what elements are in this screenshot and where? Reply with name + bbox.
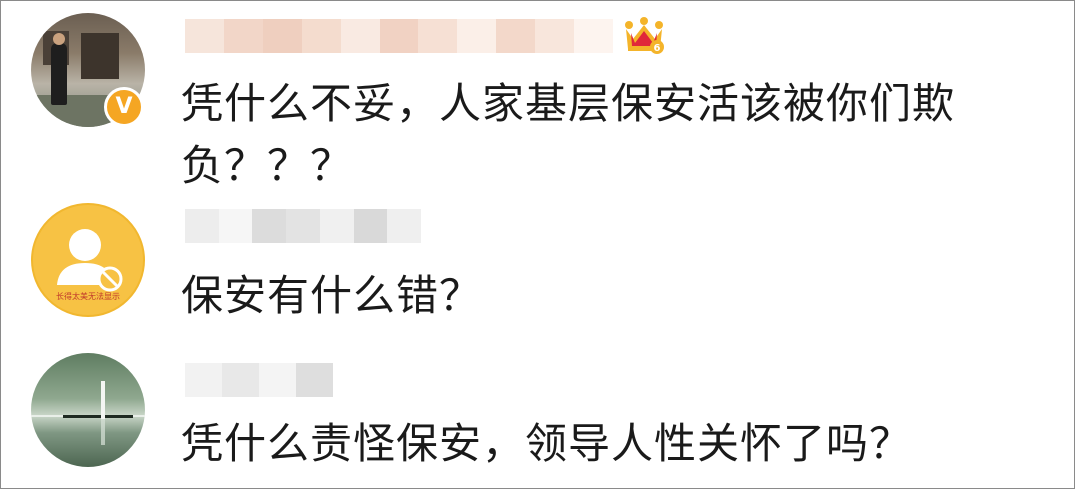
user-avatar[interactable] xyxy=(31,353,145,467)
avatar-photo-figure xyxy=(101,381,105,419)
comment-text: 凭什么不妥，人家基层保安活该被你们欺 负？？？ xyxy=(181,73,955,197)
comment-text-line: 保安有什么错？ xyxy=(181,271,483,320)
avatar-photo-boat xyxy=(63,415,133,418)
user-avatar-hidden[interactable]: 长得太美无法显示 xyxy=(31,203,145,317)
crown-level-number: 6 xyxy=(654,43,661,54)
comment-text: 保安有什么错？ xyxy=(181,265,482,327)
verified-v-icon: V xyxy=(104,87,144,127)
avatar-photo-person xyxy=(51,43,67,105)
comment-list-screenshot: V 6 凭什么不妥，人家基层保安活该被你们欺 负？？？ 长得太美无法显示 保安有… xyxy=(0,0,1075,489)
comment-text-line: 凭什么责怪保安，领导人性关怀了吗？ xyxy=(181,419,913,468)
avatar-photo-reflection xyxy=(101,419,105,445)
avatar-photo-door xyxy=(81,33,119,79)
crown-level-icon: 6 xyxy=(625,17,664,54)
avatar-photo-head xyxy=(53,33,65,45)
comment-text: 凭什么责怪保安，领导人性关怀了吗？ xyxy=(181,413,912,475)
username-blurred[interactable] xyxy=(185,19,613,53)
hidden-avatar-caption: 长得太美无法显示 xyxy=(56,292,120,301)
comment-text-line: 负？？？ xyxy=(181,141,354,190)
username-blurred[interactable] xyxy=(185,209,422,243)
comment-text-line: 凭什么不妥，人家基层保安活该被你们欺 xyxy=(181,79,956,128)
username-blurred[interactable] xyxy=(185,363,333,397)
